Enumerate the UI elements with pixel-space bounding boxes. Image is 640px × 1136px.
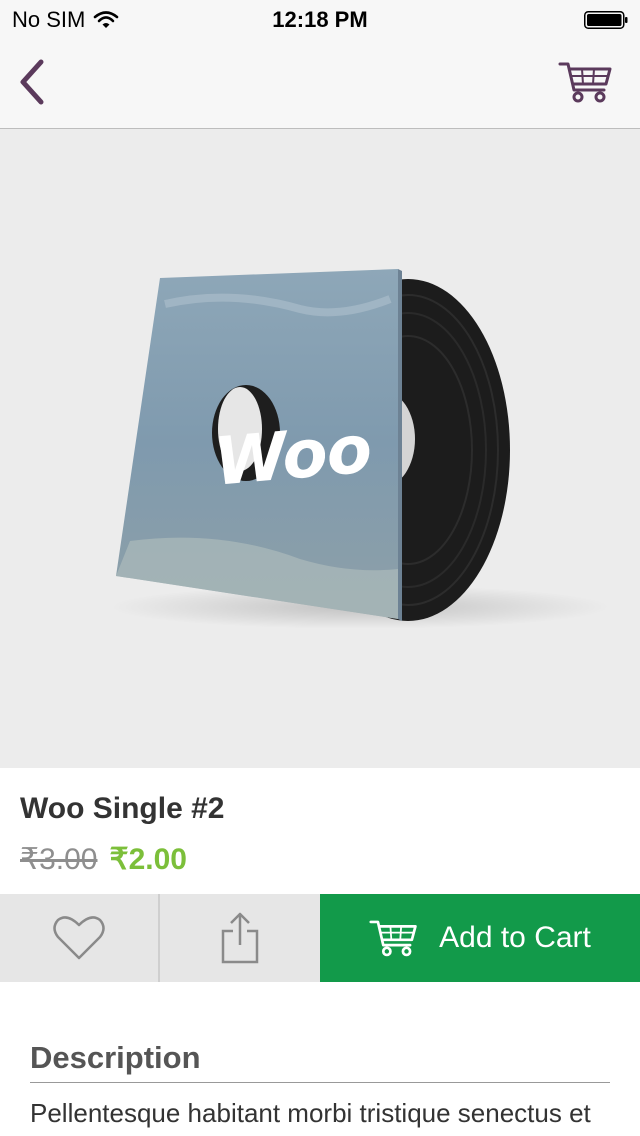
status-time: 12:18 PM [272, 7, 368, 32]
regular-price: ₹3.00 [20, 843, 98, 876]
cart-icon [369, 920, 417, 957]
product-info: Woo Single #2 ₹3.00 ₹2.00 [0, 768, 640, 894]
chevron-left-icon [20, 59, 44, 105]
product-screen: No SIM 12:18 PM Woo Woo Single #2 ₹3.00 … [0, 0, 640, 1136]
add-to-cart-label: Add to Cart [439, 921, 591, 954]
wishlist-button[interactable] [0, 894, 160, 982]
cart-button[interactable] [556, 56, 616, 108]
heart-icon [53, 916, 105, 960]
product-title: Woo Single #2 [20, 792, 225, 825]
price-row: ₹3.00 ₹2.00 [20, 842, 187, 877]
sale-price: ₹2.00 [109, 843, 187, 876]
add-to-cart-button[interactable]: Add to Cart [320, 894, 640, 982]
description-text: Pellentesque habitant morbi tristique se… [30, 1098, 591, 1128]
navigation-bar [0, 40, 640, 129]
back-button[interactable] [8, 54, 56, 110]
woo-logo: Woo [210, 410, 374, 501]
action-bar: Add to Cart [0, 894, 640, 982]
status-bar: No SIM 12:18 PM [0, 0, 640, 40]
battery-icon [584, 11, 628, 29]
description-section: Description Pellentesque habitant morbi … [0, 982, 640, 1136]
cart-icon [558, 62, 612, 103]
product-image[interactable]: Woo [0, 129, 640, 768]
share-icon [221, 912, 259, 964]
description-heading: Description [30, 1040, 610, 1083]
share-button[interactable] [160, 894, 320, 982]
